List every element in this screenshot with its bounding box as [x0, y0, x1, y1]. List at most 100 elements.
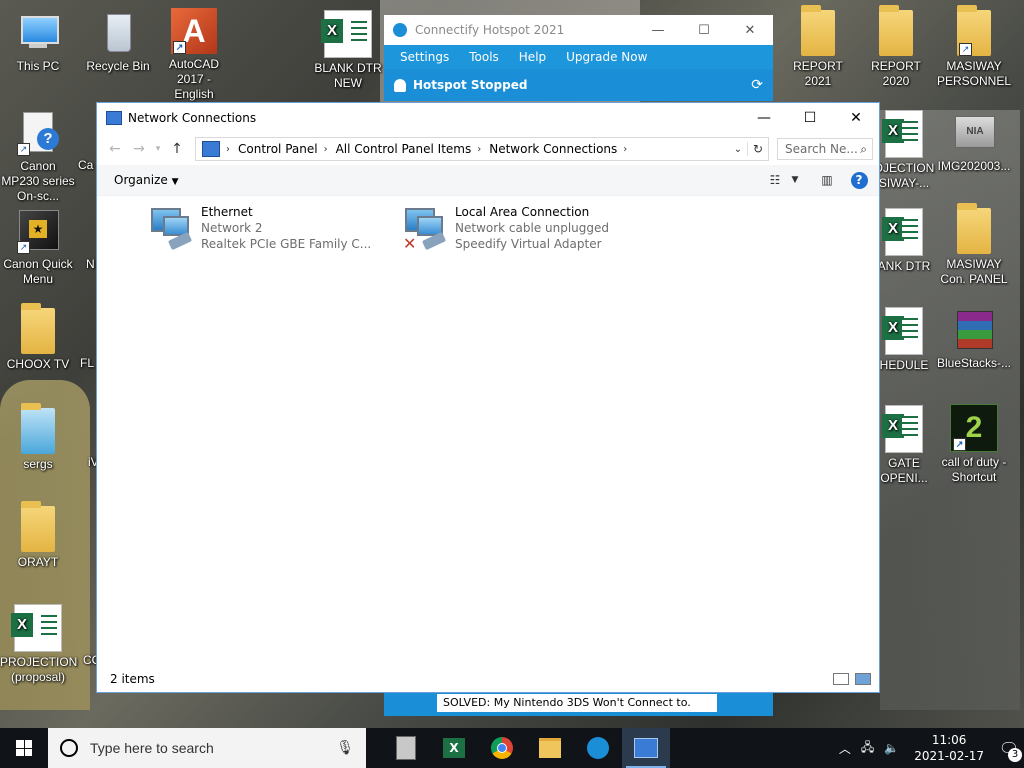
address-bar[interactable]: › Control Panel › All Control Panel Item…: [195, 137, 769, 161]
excel-file-icon: X: [321, 10, 372, 58]
desktop-icon-projection-proposal[interactable]: X PROJECTION (proposal): [0, 604, 77, 685]
organize-button[interactable]: Organize ▼: [114, 173, 179, 187]
desktop-icon-blank-dtr[interactable]: X ANK DTR: [872, 208, 936, 274]
view-options-chevron-icon[interactable]: ▼: [785, 171, 805, 189]
canon-help-icon: ? ↗: [15, 110, 61, 156]
details-view-icon[interactable]: [833, 673, 849, 685]
back-arrow-icon[interactable]: ←: [103, 141, 127, 157]
desktop-icon-label: AutoCAD 2017 - English: [168, 57, 220, 101]
breadcrumb-separator-icon[interactable]: ›: [226, 144, 230, 155]
desktop-icon-masiway-personnel[interactable]: ↗ MASIWAY PERSONNEL: [936, 5, 1012, 89]
desktop-icon-bluestacks[interactable]: BlueStacks-...: [936, 307, 1012, 371]
preview-pane-icon[interactable]: ▥: [817, 171, 837, 189]
recent-locations-chevron-icon[interactable]: ▾: [151, 144, 165, 154]
taskbar-calculator[interactable]: [382, 728, 430, 768]
connection-adapter: Realtek PCIe GBE Family C...: [201, 237, 372, 251]
desktop-icon-orayt[interactable]: ORAYT: [0, 501, 76, 570]
action-center-button[interactable]: 🗨 3: [994, 739, 1024, 762]
desktop-icon-report-2020[interactable]: REPORT 2020: [858, 5, 934, 89]
connection-item-local-area[interactable]: ✕ Local Area Connection Network cable un…: [401, 204, 609, 253]
folder-icon: ↗: [957, 5, 991, 56]
excel-file-icon: X: [11, 604, 62, 652]
desktop-icon-label: Recycle Bin: [86, 59, 150, 73]
excel-file-icon: X: [882, 405, 923, 453]
taskbar-connectify[interactable]: [574, 728, 622, 768]
desktop-icon-gate-opening[interactable]: X GATE OPENI...: [872, 405, 936, 486]
menu-tools[interactable]: Tools: [469, 50, 499, 64]
menu-upgrade-now[interactable]: Upgrade Now: [566, 50, 647, 64]
connection-item-ethernet[interactable]: Ethernet Network 2 Realtek PCIe GBE Fami…: [147, 204, 371, 252]
connectify-titlebar[interactable]: Connectify Hotspot 2021 — ☐ ✕: [384, 15, 773, 45]
desktop-icon-call-of-duty[interactable]: 2 ↗ call of duty - Shortcut: [936, 404, 1012, 485]
minimize-button[interactable]: —: [741, 103, 787, 133]
close-button[interactable]: ✕: [833, 103, 879, 133]
address-dropdown-icon[interactable]: ⌄: [729, 144, 747, 155]
taskbar-search-box[interactable]: Type here to search 🎙: [48, 728, 366, 768]
maximize-button[interactable]: ☐: [787, 103, 833, 133]
desktop-icon-label: IMG202003...: [937, 159, 1011, 173]
taskbar-file-explorer[interactable]: [526, 728, 574, 768]
desktop-icon-this-pc[interactable]: This PC: [0, 10, 76, 74]
menu-settings[interactable]: Settings: [400, 50, 449, 64]
network-connections-window[interactable]: Network Connections — ☐ ✕ ← → ▾ ↑ › Cont…: [96, 102, 880, 693]
taskbar-network-connections[interactable]: [622, 728, 670, 768]
up-arrow-icon[interactable]: ↑: [165, 141, 189, 157]
chevron-down-icon: ▼: [171, 177, 179, 187]
clock[interactable]: 11:06 2021-02-17: [914, 732, 984, 764]
ad-banner[interactable]: SOLVED: My Nintendo 3DS Won't Connect to…: [437, 694, 717, 712]
start-button[interactable]: [0, 728, 48, 768]
breadcrumb-network-connections[interactable]: Network Connections: [489, 142, 617, 156]
desktop-icon-recycle-bin[interactable]: Recycle Bin: [80, 10, 156, 74]
desktop-icon-autocad[interactable]: A ↗ AutoCAD 2017 - English: [156, 8, 232, 102]
recycle-bin-icon: [95, 10, 141, 56]
desktop-icon-label: Canon Quick Menu: [3, 257, 73, 286]
connectify-window[interactable]: Connectify Hotspot 2021 — ☐ ✕ Settings T…: [384, 15, 773, 101]
taskbar-excel[interactable]: X: [430, 728, 478, 768]
file-explorer-icon: [539, 738, 561, 758]
refresh-icon[interactable]: ↻: [747, 142, 768, 156]
desktop-icon-img202003[interactable]: NIA IMG202003...: [936, 110, 1012, 174]
menu-help[interactable]: Help: [519, 50, 546, 64]
desktop-icon-schedule[interactable]: X HEDULE: [872, 307, 936, 373]
desktop-icon-canon-mp230[interactable]: ? ↗ Canon MP230 series On-sc...: [0, 110, 76, 204]
breadcrumb-separator-icon[interactable]: ›: [623, 144, 627, 155]
microphone-icon[interactable]: 🎙: [336, 740, 354, 756]
taskbar-chrome[interactable]: [478, 728, 526, 768]
breadcrumb-control-panel[interactable]: Control Panel: [238, 142, 318, 156]
close-button[interactable]: ✕: [727, 15, 773, 45]
breadcrumb-all-control-panel-items[interactable]: All Control Panel Items: [336, 142, 472, 156]
change-view-icon[interactable]: ☷: [765, 171, 785, 189]
show-hidden-icons-chevron-icon[interactable]: ︿: [839, 740, 851, 757]
navigation-row: ← → ▾ ↑ › Control Panel › All Control Pa…: [97, 133, 879, 165]
folder-icon: [21, 403, 55, 454]
desktop-icon-sergs[interactable]: sergs: [0, 403, 76, 472]
shortcut-arrow-icon: ↗: [173, 41, 186, 54]
desktop-icon-blank-dtr-new[interactable]: X BLANK DTR NEW: [310, 10, 386, 91]
network-adapter-icon: ✕: [401, 204, 451, 253]
minimize-button[interactable]: —: [635, 15, 681, 45]
large-icons-view-icon[interactable]: [855, 673, 871, 685]
help-button[interactable]: ?: [849, 171, 869, 189]
desktop-icon-canon-quick-menu[interactable]: ★ ↗ Canon Quick Menu: [0, 208, 76, 287]
network-connections-icon: [634, 738, 658, 758]
desktop-icon-projection-masiway[interactable]: X OJECTION SIWAY-...: [872, 110, 936, 191]
desktop-icon-masiway-con-panel[interactable]: MASIWAY Con. PANEL: [936, 203, 1012, 287]
breadcrumb-separator-icon[interactable]: ›: [477, 144, 481, 155]
desktop-icon-choox-tv[interactable]: CHOOX TV: [0, 303, 76, 372]
desktop-icon-label: This PC: [16, 59, 60, 73]
window-titlebar[interactable]: Network Connections — ☐ ✕: [97, 103, 879, 133]
network-status-icon[interactable]: 🖧: [861, 738, 874, 759]
user-icon: [394, 78, 406, 92]
volume-icon[interactable]: 🔈: [884, 741, 899, 755]
desktop-icon-report-2021[interactable]: REPORT 2021: [780, 5, 856, 89]
maximize-button[interactable]: ☐: [681, 15, 727, 45]
desktop-icon-label: ORAYT: [17, 555, 59, 569]
refresh-icon[interactable]: ⟳: [751, 77, 763, 93]
forward-arrow-icon[interactable]: →: [127, 141, 151, 157]
connections-list: Ethernet Network 2 Realtek PCIe GBE Fami…: [97, 196, 879, 666]
desktop-icon-label: REPORT 2021: [793, 59, 843, 88]
breadcrumb-separator-icon[interactable]: ›: [324, 144, 328, 155]
this-pc-icon: [15, 10, 61, 56]
search-input[interactable]: Search Ne... ⌕: [777, 138, 873, 160]
help-icon: ?: [850, 171, 868, 189]
